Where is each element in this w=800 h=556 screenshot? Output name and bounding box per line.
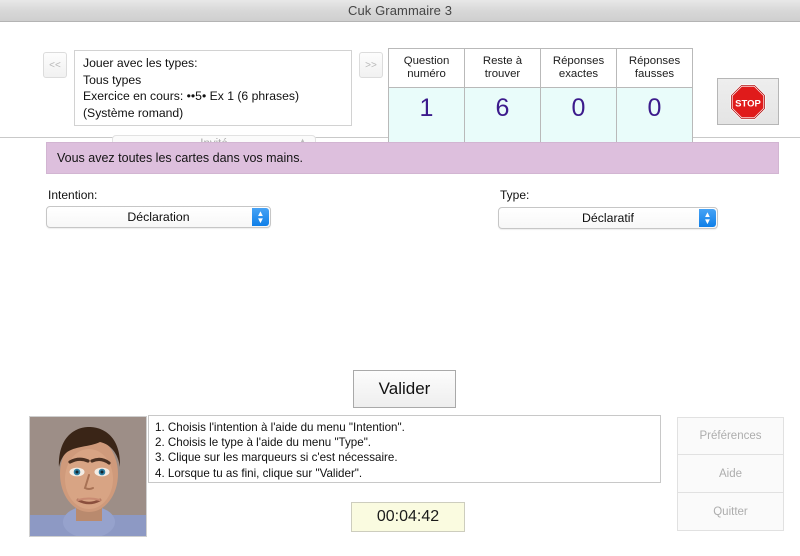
- stat-value: 6: [464, 88, 541, 143]
- next-exercise-button[interactable]: >>: [359, 52, 383, 78]
- stat-header: Réponses exactes: [540, 48, 617, 88]
- tutor-avatar: [29, 416, 147, 537]
- stat-value: 1: [388, 88, 465, 143]
- window-title-bar: Cuk Grammaire 3: [0, 0, 800, 22]
- exercise-info-box: Jouer avec les types: Tous types Exercic…: [74, 50, 352, 126]
- chevron-updown-icon: ▲ ▼: [252, 208, 269, 226]
- preferences-button[interactable]: Préférences: [677, 417, 784, 455]
- help-button[interactable]: Aide: [677, 455, 784, 493]
- status-message-bar: Vous avez toutes les cartes dans vos mai…: [46, 142, 779, 174]
- stop-sign-icon: STOP: [730, 83, 766, 120]
- svg-text:STOP: STOP: [735, 98, 761, 109]
- avatar-face-icon: [30, 417, 146, 536]
- stat-value: 0: [616, 88, 693, 143]
- stat-column-correct-answers: Réponses exactes 0: [540, 48, 617, 143]
- validate-button-label: Valider: [378, 379, 431, 398]
- top-panel: << >> Jouer avec les types: Tous types E…: [0, 22, 800, 153]
- quit-button-label: Quitter: [713, 505, 748, 518]
- status-message-text: Vous avez toutes les cartes dans vos mai…: [57, 151, 303, 165]
- side-button-group: Préférences Aide Quitter: [677, 417, 784, 531]
- chevron-right-icon: >>: [365, 59, 377, 71]
- validate-button[interactable]: Valider: [353, 370, 456, 408]
- stat-header: Question numéro: [388, 48, 465, 88]
- stat-column-question-number: Question numéro 1: [388, 48, 465, 143]
- chevron-left-icon: <<: [49, 59, 61, 71]
- quit-button[interactable]: Quitter: [677, 493, 784, 531]
- window-title: Cuk Grammaire 3: [347, 3, 453, 18]
- stats-table: Question numéro 1 Reste à trouver 6 Répo…: [388, 48, 693, 143]
- chevron-updown-icon: ▲ ▼: [699, 209, 716, 227]
- instructions-box: 1. Choisis l'intention à l'aide du menu …: [148, 415, 661, 483]
- type-select[interactable]: Déclaratif ▲ ▼: [498, 207, 718, 229]
- intention-select-value: Déclaration: [127, 210, 190, 224]
- previous-exercise-button[interactable]: <<: [43, 52, 67, 78]
- intention-select[interactable]: Déclaration ▲ ▼: [46, 206, 271, 228]
- type-label: Type:: [500, 188, 530, 202]
- stat-column-wrong-answers: Réponses fausses 0: [616, 48, 693, 143]
- stop-button[interactable]: STOP: [717, 78, 779, 125]
- intention-label: Intention:: [48, 188, 98, 202]
- help-button-label: Aide: [718, 467, 743, 480]
- timer-value: 00:04:42: [376, 508, 440, 525]
- stat-header: Reste à trouver: [464, 48, 541, 88]
- stat-column-remaining: Reste à trouver 6: [464, 48, 541, 143]
- preferences-button-label: Préférences: [699, 430, 762, 442]
- stat-value: 0: [540, 88, 617, 143]
- type-select-value: Déclaratif: [582, 211, 634, 225]
- timer-display: 00:04:42: [351, 502, 465, 532]
- stat-header: Réponses fausses: [616, 48, 693, 88]
